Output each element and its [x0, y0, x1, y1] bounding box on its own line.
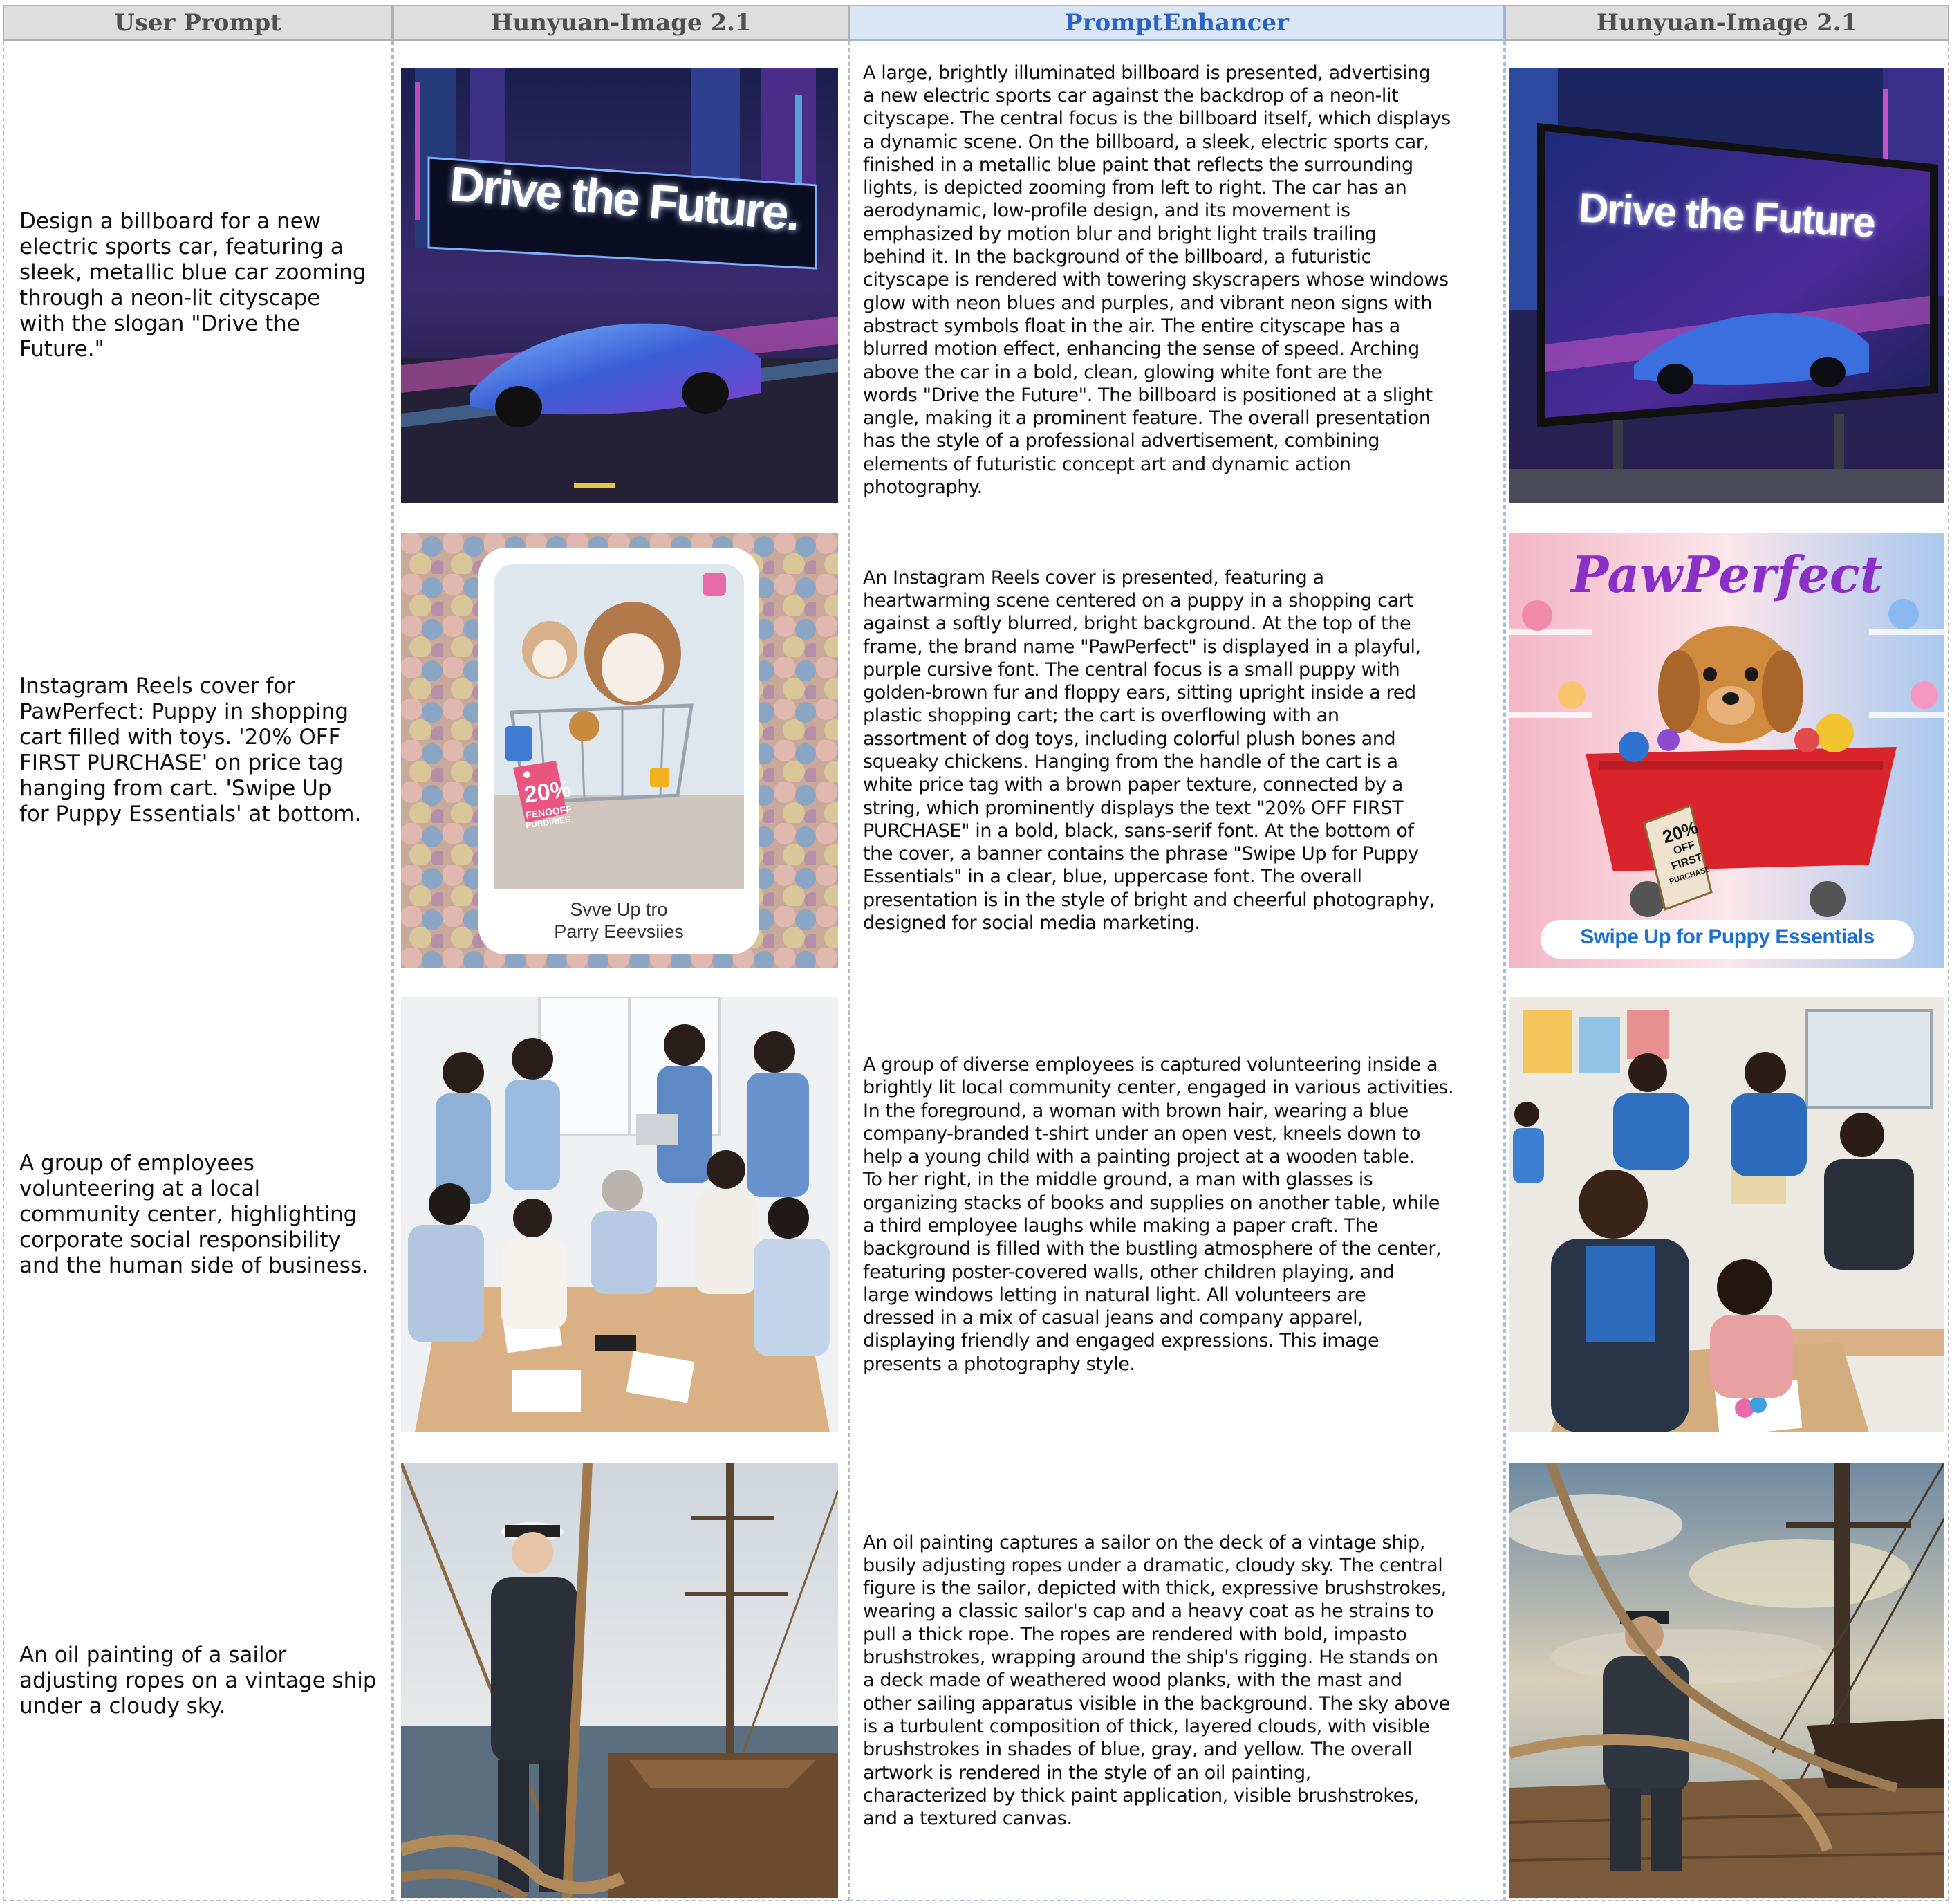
row-1-user-prompt: Design a billboard for a new electric sp… [19, 209, 366, 362]
row-2-baseline-bottom-line-2: Parry Eeevsiies [554, 921, 684, 942]
row-1-enhanced-cell: A large, brightly illuminated billboard … [863, 55, 1496, 505]
row-2-user-prompt: Instagram Reels cover for PawPerfect: Pu… [19, 674, 362, 826]
row-2-enhanced-cell: An Instagram Reels cover is presented, f… [863, 533, 1496, 968]
header-hunyuan-right: Hunyuan-Image 2.1 [1505, 5, 1949, 41]
row-4-user-prompt: An oil painting of a sailor adjusting ro… [19, 1642, 377, 1719]
row-3-enhanced-prompt: A group of diverse employees is captured… [863, 1053, 1454, 1375]
row-2-enhanced-image: PawPerfect 20% OFF FIRST PURCHASE Swipe … [1509, 533, 1944, 968]
row-3-enhanced-image [1509, 997, 1944, 1432]
row-2-enhanced-banner: Swipe Up for Puppy Essentials [1580, 925, 1875, 948]
row-2-baseline-image: 20% FENOOFF PURDIRIEE Svve Up tro Parry … [401, 533, 838, 968]
row-4-baseline-image [401, 1463, 838, 1898]
row-4-enhanced-image [1509, 1463, 1944, 1898]
row-3-user-prompt: A group of employees volunteering at a l… [19, 1150, 369, 1278]
row-2-baseline-bottom-line-1: Svve Up tro [570, 899, 668, 920]
header-hunyuan-left: Hunyuan-Image 2.1 [393, 5, 849, 41]
row-1-enhanced-prompt: A large, brightly illuminated billboard … [863, 62, 1451, 499]
row-4-enhanced-cell: An oil painting captures a sailor on the… [863, 1463, 1496, 1898]
row-2-prompt-cell: Instagram Reels cover for PawPerfect: Pu… [19, 533, 379, 968]
row-1-prompt-cell: Design a billboard for a new electric sp… [19, 68, 379, 503]
row-3-enhanced-cell: A group of diverse employees is captured… [863, 997, 1496, 1432]
header-prompt-enhancer: PromptEnhancer [849, 5, 1505, 41]
row-2-enhanced-brand: PawPerfect [1571, 545, 1883, 604]
row-1-baseline-image: Drive the Future. [401, 68, 838, 503]
row-3-baseline-image [401, 997, 838, 1432]
row-1-enhanced-image: Drive the Future [1509, 68, 1944, 503]
row-4-prompt-cell: An oil painting of a sailor adjusting ro… [19, 1463, 379, 1898]
header-user-prompt: User Prompt [3, 5, 393, 41]
row-2-enhanced-prompt: An Instagram Reels cover is presented, f… [863, 566, 1435, 934]
row-4-enhanced-prompt: An oil painting captures a sailor on the… [863, 1531, 1450, 1830]
row-3-prompt-cell: A group of employees volunteering at a l… [19, 997, 379, 1432]
